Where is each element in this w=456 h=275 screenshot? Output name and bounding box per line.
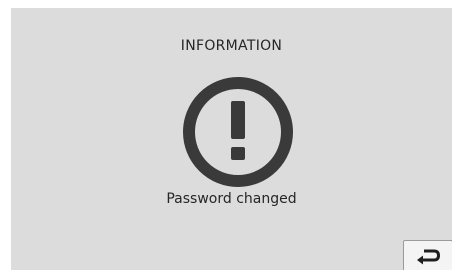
back-button[interactable] <box>403 240 452 270</box>
dialog-title: INFORMATION <box>180 38 283 54</box>
dialog-message: Password changed <box>166 191 297 207</box>
exclamation-circle-icon <box>183 77 293 187</box>
return-arrow-icon <box>417 249 441 265</box>
information-dialog: INFORMATION Password changed <box>11 8 452 270</box>
